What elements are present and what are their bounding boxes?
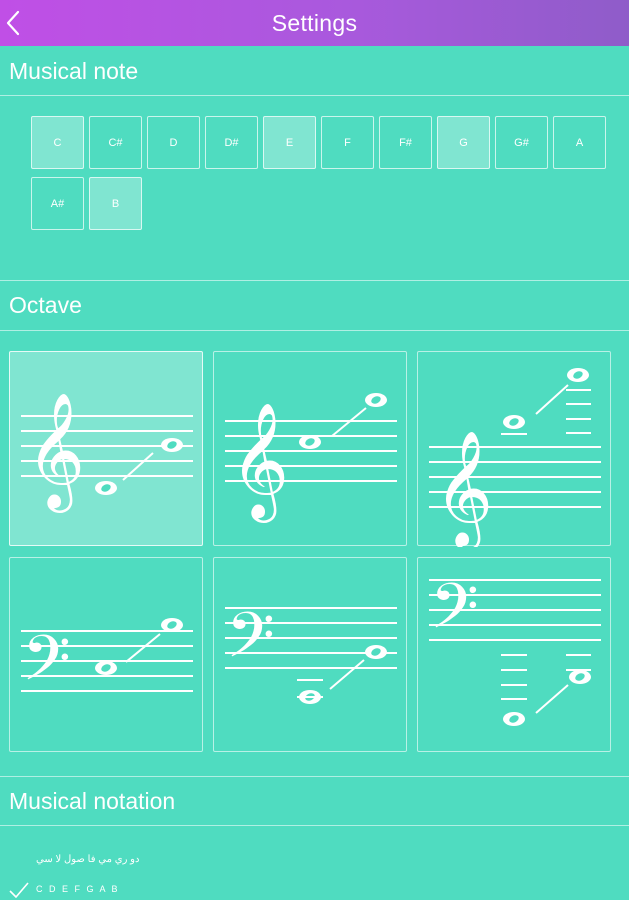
octave-option[interactable]: 𝄞 [417,351,611,547]
note-button[interactable]: A# [31,177,84,230]
note-button[interactable]: F [321,116,374,169]
notation-option[interactable]: C D E F G A B [8,880,268,900]
notation-label: C D E F G A B [36,884,120,894]
divider [0,776,629,777]
section-title-octave: Octave [9,292,82,318]
divider [0,330,629,331]
note-button[interactable]: D [147,116,200,169]
bass-clef-icon: 𝄢 [22,621,71,710]
section-title-musical-notation: Musical notation [9,788,176,814]
range-connector [125,633,161,663]
note-button[interactable]: F# [379,116,432,169]
bass-clef-icon: 𝄢 [226,598,275,687]
range-connector [535,684,569,714]
treble-clef-icon: 𝄞 [230,401,289,523]
bass-clef-icon: 𝄢 [430,569,479,658]
note-button[interactable]: C [31,116,84,169]
range-connector [329,659,365,690]
divider [0,95,629,96]
header-bar: Settings [0,0,629,46]
octave-option[interactable]: 𝄢 [9,557,203,752]
note-button[interactable]: G# [495,116,548,169]
note-button[interactable]: B [89,177,142,230]
staff-illustration: 𝄢 [429,569,601,726]
note-button[interactable]: E [263,116,316,169]
checkmark-icon [9,882,29,898]
page-title: Settings [271,10,358,36]
treble-clef-icon: 𝄞 [26,391,85,513]
staff-illustration: 𝄢 [225,598,397,704]
octave-option[interactable]: 𝄢 [213,557,407,752]
range-connector [535,384,569,415]
octave-option[interactable]: 𝄞 [213,351,407,546]
divider [0,280,629,281]
divider [0,825,629,826]
section-title-musical-note: Musical note [9,58,139,84]
note-button[interactable]: C# [89,116,142,169]
staff-illustration: 𝄞 [429,368,601,547]
note-button[interactable]: G [437,116,490,169]
staff-illustration: 𝄞 [225,393,397,523]
treble-clef-icon: 𝄞 [434,429,493,547]
note-button[interactable]: A [553,116,606,169]
staff-illustration: 𝄢 [21,618,193,710]
notation-label: دو ري مي فا صول لا سي [36,854,140,865]
octave-option[interactable]: 𝄞 [9,351,203,546]
notation-option[interactable]: دو ري مي فا صول لا سي [8,850,268,870]
octave-option[interactable]: 𝄢 [417,557,611,752]
staff-illustration: 𝄞 [21,391,193,513]
note-button[interactable]: D# [205,116,258,169]
